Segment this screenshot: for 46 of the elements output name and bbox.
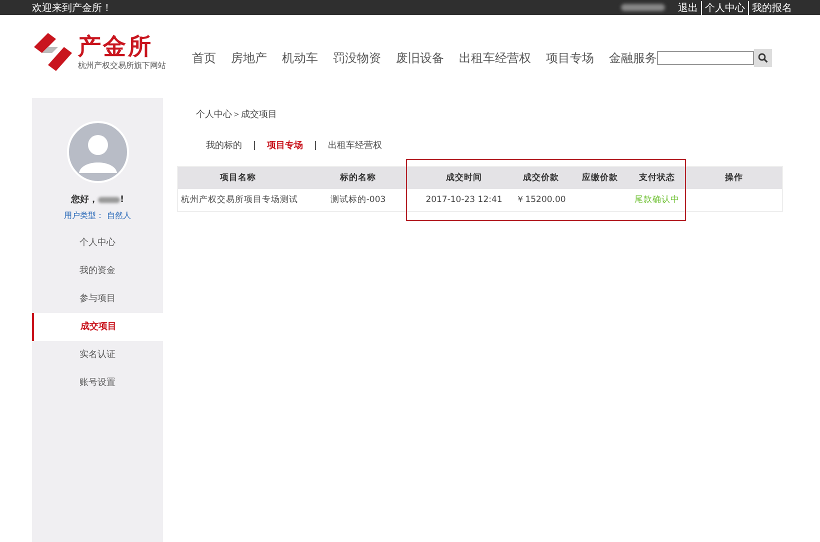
table-cell-text: 测试标的-003 [329,194,387,206]
top-link[interactable]: 退出 [678,0,698,14]
top-link[interactable]: 个人中心 [701,0,745,14]
sidebar-item[interactable]: 我的资金 [32,257,163,285]
nav-link[interactable]: 金融服务 [609,50,657,67]
nav-link[interactable]: 项目专场 [546,50,594,67]
column-header: 应缴价款 [581,172,619,184]
column-header: 操作 [724,172,744,184]
redacted-username [621,4,665,11]
breadcrumb: 个人中心＞成交项目 [195,108,278,121]
greeting-text: 您好， [70,194,98,206]
table-cell-text: 2017-10-23 12:41 [424,195,504,205]
sidebar-item[interactable]: 实名认证 [32,341,163,369]
nav-link[interactable]: 机动车 [282,50,318,67]
avatar-icon [66,121,128,183]
nav-link[interactable]: 房地产 [231,50,267,67]
search-button[interactable] [754,48,772,66]
sidebar-item[interactable]: 参与项目 [32,285,163,313]
tab[interactable]: 我的标的 [206,139,242,152]
logo-title: 产金所 [78,34,154,60]
top-link[interactable]: 我的报名 [748,0,792,14]
logo-subtitle: 杭州产权交易所旗下网站 [78,60,166,71]
nav-link[interactable]: 废旧设备 [396,50,444,67]
greeting-mark: ! [120,194,124,204]
welcome-text: 欢迎来到产金所！ [32,2,112,14]
column-header: 支付状态 [638,172,676,184]
redacted-username [98,196,120,202]
user-type-text: 用户类型： 自然人 [63,210,132,221]
column-header: 项目名称 [218,172,257,184]
logo-icon [34,32,72,72]
sidebar-item[interactable]: 成交项目 [32,313,163,341]
nav-link[interactable]: 首页 [192,50,216,67]
tab[interactable]: 出租车经营权 [328,139,382,152]
table-cell-text: 杭州产权交易所项目专场测试 [180,194,298,206]
column-header: 成交时间 [445,172,483,184]
table-cell-text: 尾款确认中 [634,194,680,206]
tab[interactable]: 项目专场 [267,139,303,152]
sidebar-item[interactable]: 个人中心 [32,229,163,257]
search-icon [758,52,768,62]
column-header: 成交价款 [522,172,560,184]
sidebar-item[interactable]: 账号设置 [32,369,163,397]
nav-link[interactable]: 罚没物资 [333,50,381,67]
column-header: 标的名称 [338,172,377,184]
table-cell-text: ￥15200.00 [515,194,567,206]
search-field[interactable] [657,50,754,64]
nav-link[interactable]: 出租车经营权 [459,50,531,67]
